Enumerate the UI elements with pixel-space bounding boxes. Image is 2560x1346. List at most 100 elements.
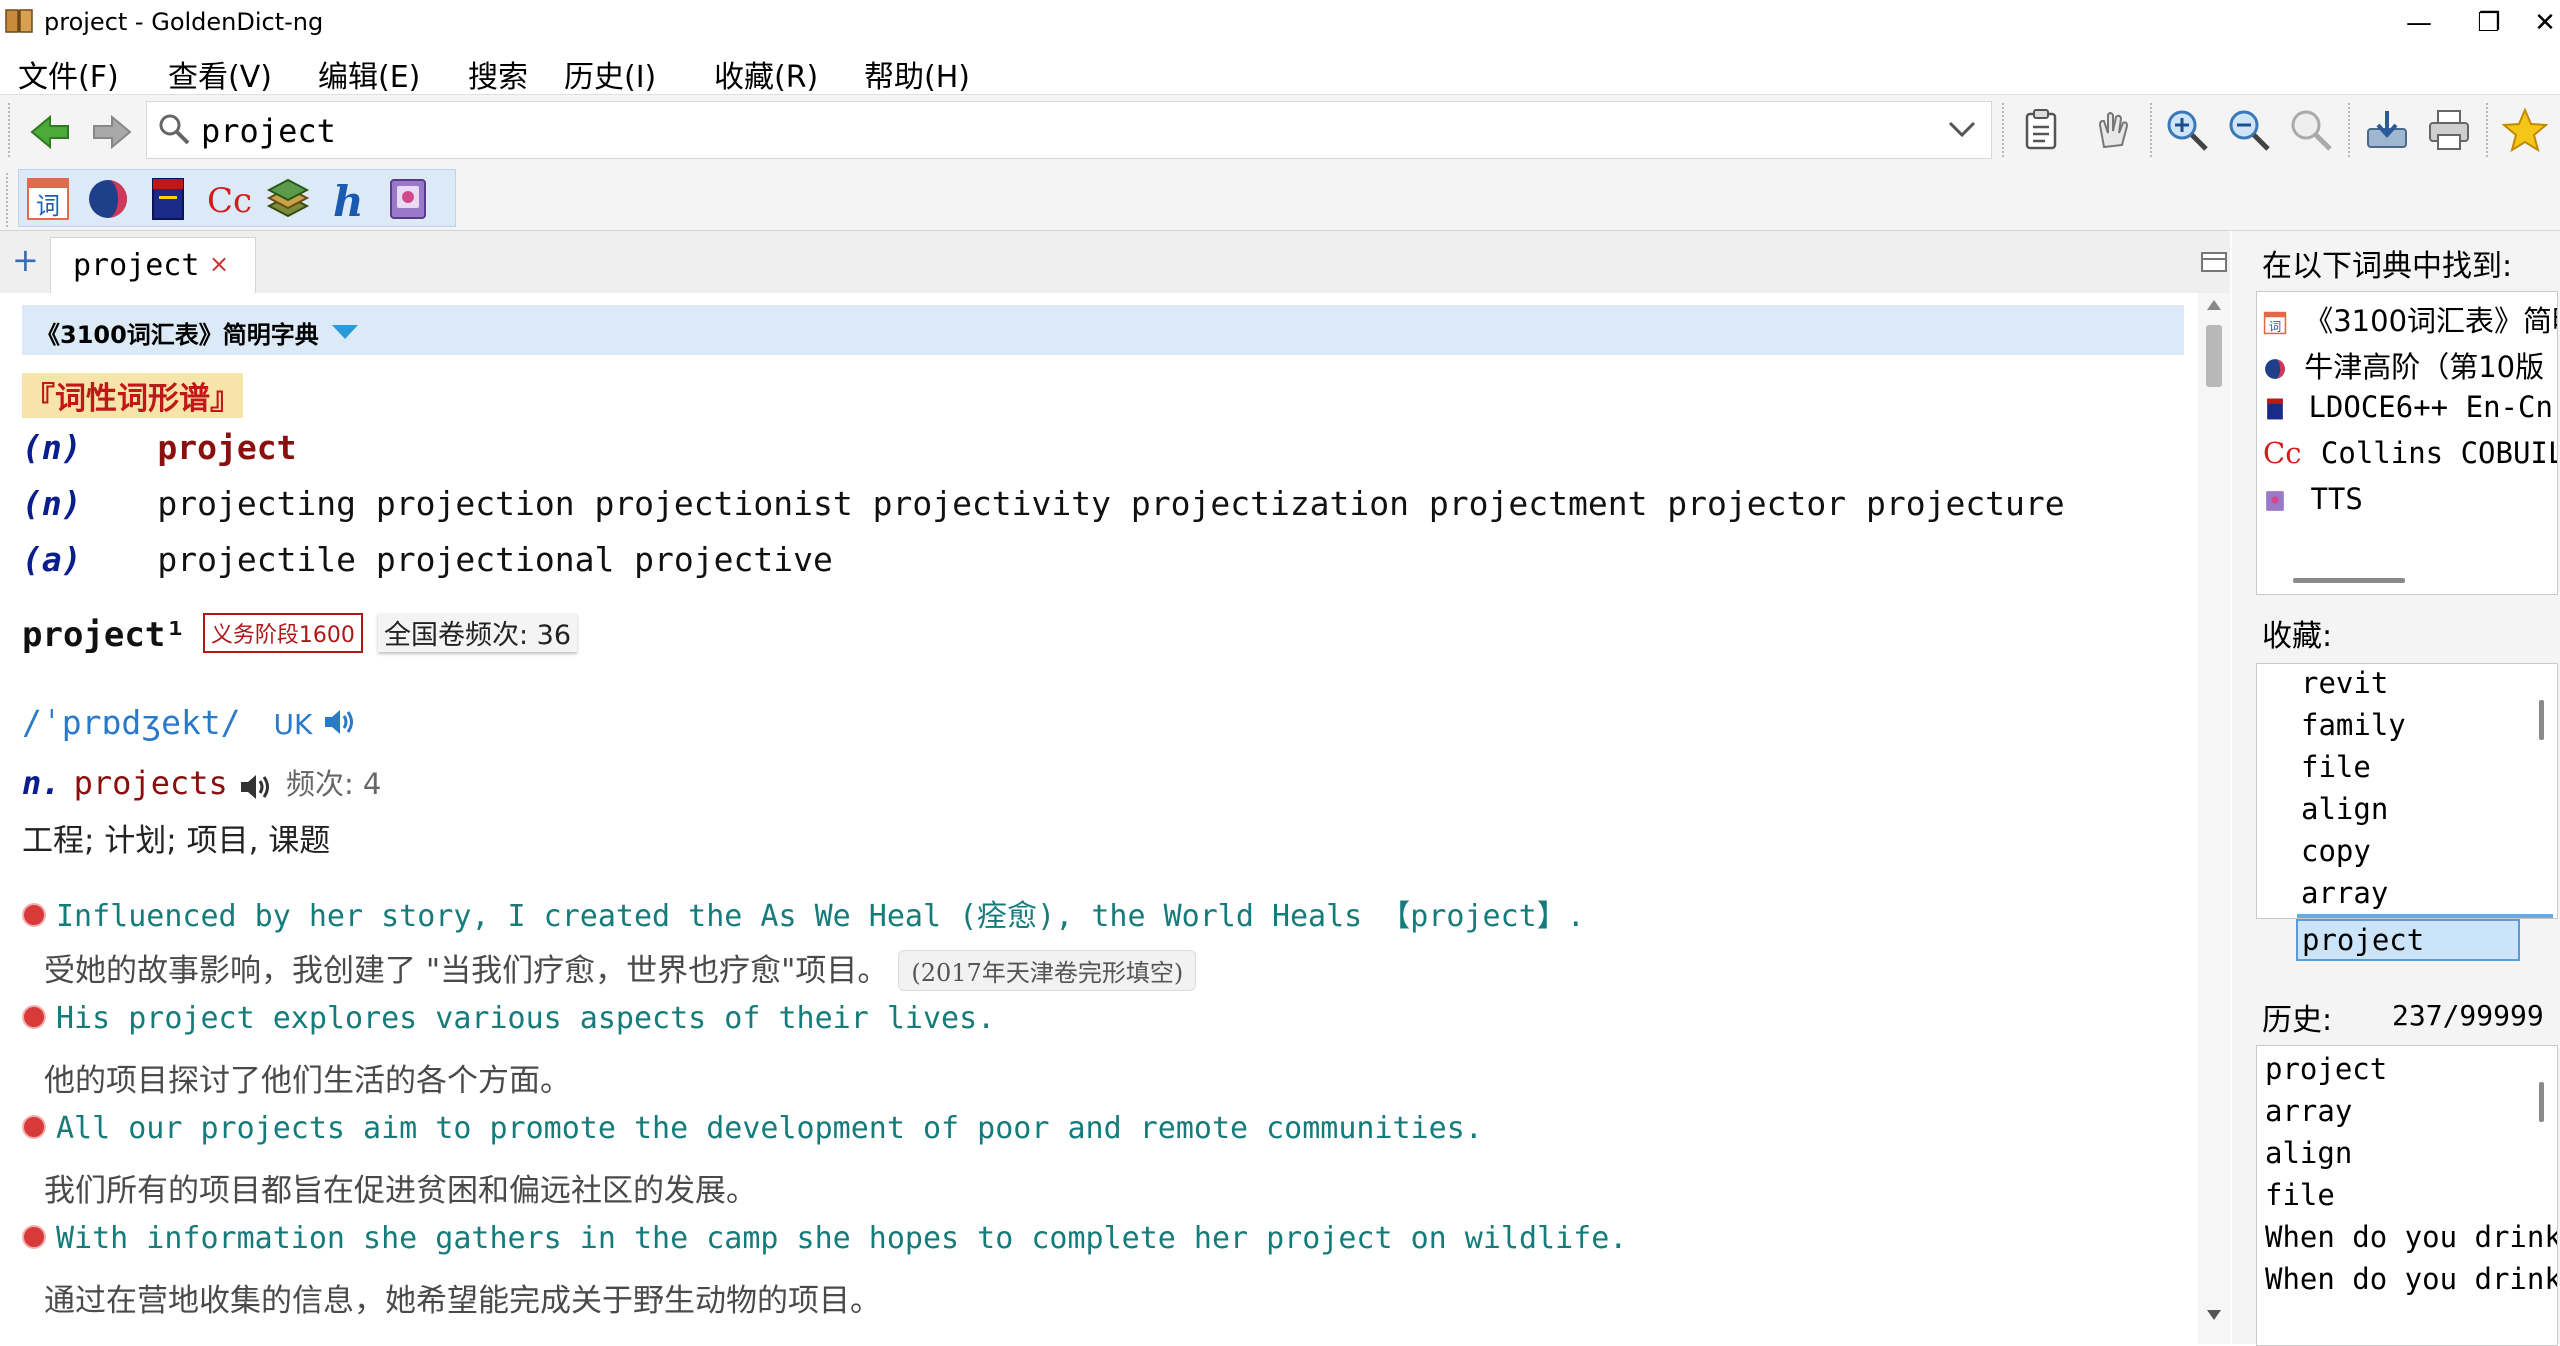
zoom-reset-icon[interactable] [2288, 107, 2334, 153]
example-sentence: His project explores various aspects of … [22, 1001, 995, 1036]
chevron-down-icon[interactable] [1947, 118, 1977, 140]
search-icon [159, 114, 190, 145]
clipboard-icon[interactable] [2018, 107, 2064, 153]
list-item[interactable]: revit [2301, 666, 2388, 700]
form-row: (a) projectile projectional projective [22, 540, 833, 579]
horizontal-scroll-thumb[interactable] [2293, 578, 2405, 583]
zoom-out-icon[interactable] [2226, 107, 2272, 153]
phonetic: /ˈprɒdʒekt/ [22, 703, 241, 742]
example-translation: 我们所有的项目都旨在促进贫困和偏远社区的发展。 [44, 1165, 757, 1210]
frequency-colon: : [518, 620, 529, 651]
form-words[interactable]: projecting projection projectionist proj… [157, 484, 2064, 523]
tab-list-icon[interactable] [2200, 249, 2230, 277]
example-sentence: With information she gathers in the camp… [22, 1221, 1627, 1256]
plural-form: projects [73, 764, 228, 802]
list-item[interactable]: Cc Collins COBUILD [2263, 436, 2558, 470]
scroll-thumb[interactable] [2206, 325, 2222, 387]
menu-favorites[interactable]: 收藏(R) [714, 52, 818, 96]
toolbar-grip[interactable] [2002, 103, 2008, 157]
tab-close-button[interactable]: × [209, 250, 229, 278]
history-count: 237/99999 [2392, 999, 2544, 1032]
dictionary-h-icon[interactable]: h [325, 176, 371, 222]
speaker-icon[interactable] [239, 772, 273, 802]
example-text: Influenced by her story, I created the A… [56, 899, 1585, 934]
dictionary-oxford-icon[interactable] [85, 176, 131, 222]
star-icon[interactable] [2502, 107, 2548, 153]
list-item-label: Collins COBUILD [2320, 436, 2558, 470]
list-item[interactable]: copy [2301, 834, 2371, 868]
list-item[interactable]: TTS [2263, 482, 2363, 516]
side-panels: 在以下词典中找到: 词 《3100词汇表》简明字典 牛津高阶（第10版 LDOC… [2232, 231, 2560, 1346]
tab-bar: + project × [0, 231, 2230, 294]
menu-file[interactable]: 文件(F) [18, 52, 119, 96]
forward-arrow-icon[interactable] [88, 109, 134, 155]
print-icon[interactable] [2426, 107, 2472, 153]
list-item[interactable]: When do you drink [2265, 1220, 2557, 1254]
zoom-in-icon[interactable] [2164, 107, 2210, 153]
menu-view[interactable]: 查看(V) [168, 52, 272, 96]
article-scrollbar[interactable] [2198, 293, 2230, 1344]
dictionary-ci-icon[interactable]: 词 [25, 176, 71, 222]
speaker-icon[interactable] [323, 707, 357, 737]
toolbar-grip[interactable] [2486, 103, 2492, 157]
dictionary-header[interactable]: 《3100词汇表》简明字典 [22, 305, 2184, 355]
back-arrow-icon[interactable] [28, 109, 74, 155]
frequency-value: 36 [536, 620, 572, 651]
example-translation: 受她的故事影响，我创建了 "当我们疗愈，世界也疗愈"项目。 (2017年天津卷完形… [44, 945, 1197, 991]
add-tab-button[interactable]: + [12, 241, 39, 279]
toolbar-grip[interactable] [6, 173, 12, 227]
list-item[interactable]: When do you drink [2265, 1262, 2557, 1296]
list-item[interactable]: file [2301, 750, 2371, 784]
example-translation: 他的项目探讨了他们生活的各个方面。 [44, 1055, 571, 1100]
list-item[interactable]: 牛津高阶（第10版 [2263, 344, 2544, 386]
history-label: 历史: [2262, 1003, 2333, 1038]
form-words[interactable]: project [157, 428, 296, 467]
dictionary-tts-icon[interactable] [385, 176, 431, 222]
dictionary-books-icon[interactable] [265, 176, 311, 222]
menu-edit[interactable]: 编辑(E) [318, 52, 420, 96]
dictionary-collins-icon: Cc [2263, 436, 2302, 470]
scan-popup-icon[interactable] [2090, 107, 2136, 153]
list-item[interactable]: family [2301, 708, 2406, 742]
dictionary-collins-icon[interactable]: Cc [205, 176, 251, 222]
toolbar-grip[interactable] [8, 103, 14, 157]
list-item[interactable]: array [2301, 876, 2388, 910]
window-title: project - GoldenDict-ng [44, 8, 324, 36]
favorites-selected-item[interactable]: project [2296, 919, 2520, 961]
search-input-value: project [201, 112, 336, 150]
frequency-label: 全国卷频次 [383, 620, 519, 651]
toolbar-grip[interactable] [2348, 103, 2354, 157]
list-item[interactable]: align [2265, 1136, 2352, 1170]
list-item[interactable]: array [2265, 1094, 2352, 1128]
history-list[interactable]: project array align file When do you dri… [2256, 1045, 2558, 1346]
dictionary-ldoce-icon[interactable] [145, 176, 191, 222]
list-item[interactable]: LDOCE6++ En-Cn [2263, 390, 2553, 424]
form-words[interactable]: projectile projectional projective [157, 540, 833, 579]
collapse-arrow-icon[interactable] [330, 323, 360, 341]
translation-text: 我们所有的项目都旨在促进贫困和偏远社区的发展。 [44, 1173, 757, 1209]
minimize-button[interactable]: — [2384, 0, 2454, 46]
list-item[interactable]: project [2265, 1052, 2387, 1086]
list-item[interactable]: file [2265, 1178, 2335, 1212]
found-in-list[interactable]: 词 《3100词汇表》简明字典 牛津高阶（第10版 LDOCE6++ En-Cn… [2256, 291, 2558, 595]
tab-project[interactable]: project × [50, 237, 256, 294]
meaning: 工程; 计划; 项目, 课题 [22, 823, 331, 859]
menu-history[interactable]: 历史(I) [564, 52, 656, 96]
list-item[interactable]: align [2301, 792, 2388, 826]
book-icon [5, 9, 33, 33]
scroll-thumb[interactable] [2539, 700, 2544, 740]
accent-label: UK [273, 708, 313, 741]
dictionary-bar: 词 Cc h [0, 165, 2560, 231]
scroll-down-icon[interactable] [2206, 1309, 2222, 1321]
close-window-button[interactable]: ✕ [2510, 0, 2560, 46]
search-input[interactable]: project [146, 101, 1992, 159]
menu-search[interactable]: 搜索 [468, 52, 528, 96]
favorites-list[interactable]: revit family file align copy array [2256, 663, 2558, 919]
section-label: 『词性词形谱』 [22, 373, 243, 418]
scroll-thumb[interactable] [2539, 1082, 2544, 1122]
toolbar-grip[interactable] [2150, 103, 2156, 157]
save-article-icon[interactable] [2364, 107, 2410, 153]
menu-help[interactable]: 帮助(H) [864, 52, 970, 96]
list-item[interactable]: 词 《3100词汇表》简明字典 [2263, 298, 2557, 340]
scroll-up-icon[interactable] [2206, 299, 2222, 311]
